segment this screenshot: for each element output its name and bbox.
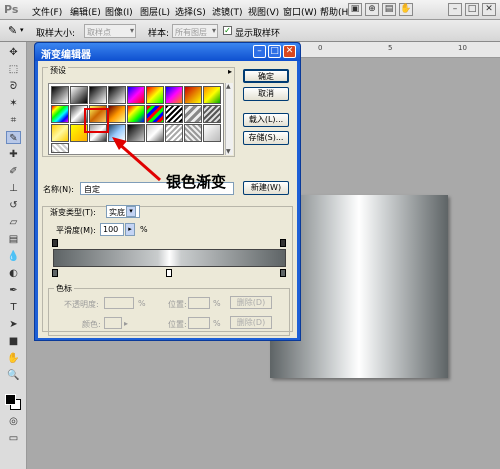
annotation-text: 银色渐变 (166, 173, 227, 191)
annotation-arrow (112, 137, 161, 182)
